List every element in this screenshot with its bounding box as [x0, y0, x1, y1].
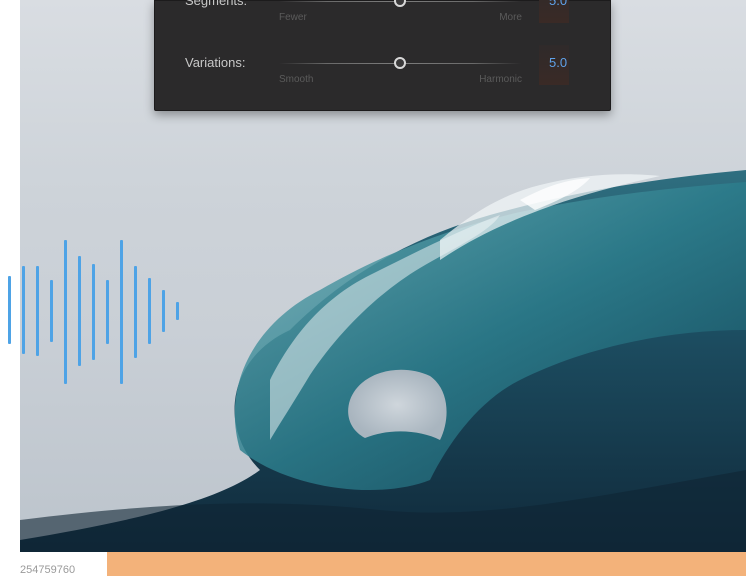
waveform-bar — [162, 290, 165, 332]
segments-row: Segments: Fewer More 5.0 — [155, 0, 612, 23]
segments-value[interactable]: 5.0 — [549, 0, 567, 8]
waveform-bar — [120, 240, 123, 384]
waveform-bar — [92, 264, 95, 360]
segments-max-label: More — [499, 12, 522, 23]
waveform-bar — [64, 240, 67, 384]
segments-label: Segments: — [185, 0, 248, 8]
variations-slider-knob[interactable] — [394, 57, 406, 69]
variations-label: Variations: — [185, 55, 246, 70]
waveform-bar — [78, 256, 81, 366]
segments-min-label: Fewer — [279, 12, 307, 23]
waveform-bar — [106, 280, 109, 344]
waveform-bar — [134, 266, 137, 358]
segments-slider-knob[interactable] — [394, 0, 406, 7]
waveform-bar — [8, 276, 11, 344]
variations-min-label: Smooth — [279, 74, 314, 85]
variations-row: Variations: Smooth Harmonic 5.0 — [155, 45, 612, 85]
variations-max-label: Harmonic — [479, 74, 522, 85]
waveform-bar — [176, 302, 179, 320]
parameters-panel: Segments: Fewer More 5.0 Variations: Smo… — [154, 0, 611, 111]
waveform-bar — [148, 278, 151, 344]
waveform-bar — [22, 266, 25, 354]
waveform-bar — [50, 280, 53, 342]
audio-waveform-icon — [0, 238, 190, 386]
stock-image-id: 254759760 — [20, 564, 76, 576]
orange-accent-strip — [107, 552, 746, 576]
variations-value[interactable]: 5.0 — [549, 55, 567, 70]
waveform-bar — [36, 266, 39, 356]
